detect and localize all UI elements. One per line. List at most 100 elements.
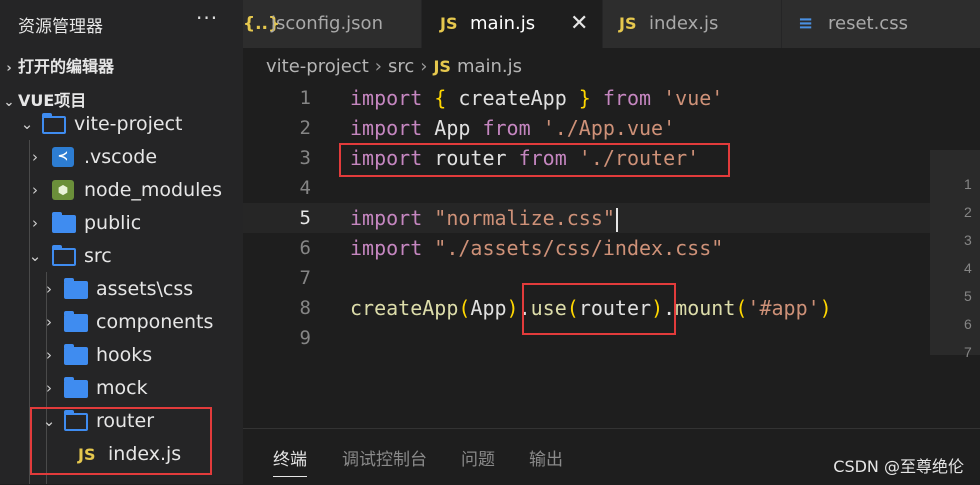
code-text: import { createApp } from 'vue' xyxy=(350,83,723,113)
tab-jsconfig[interactable]: {..} jsconfig.json xyxy=(243,0,422,48)
folder-icon xyxy=(64,344,88,365)
tree-item-assets-css[interactable]: › assets\css xyxy=(0,273,243,306)
chevron-right-icon: › xyxy=(32,181,38,199)
tab-debug-console[interactable]: 调试控制台 xyxy=(342,445,427,470)
tab-label: main.js xyxy=(470,13,536,34)
code-token: from xyxy=(602,86,652,110)
close-icon[interactable]: ✕ xyxy=(570,0,588,48)
node-folder-icon: ⬢ xyxy=(52,180,74,200)
minimap-number: 2 xyxy=(964,204,972,220)
folder-icon xyxy=(52,212,76,233)
line-number: 5 xyxy=(299,207,311,229)
breadcrumb-item[interactable]: src xyxy=(388,56,414,77)
code-token: createApp xyxy=(350,296,459,320)
code-token: ( xyxy=(458,296,471,320)
tab-main-js[interactable]: JS main.js ✕ xyxy=(422,0,603,48)
tab-index-js[interactable]: JS index.js xyxy=(603,0,782,48)
tab-reset-css[interactable]: ≡ reset.css xyxy=(782,0,980,48)
tree-item-public[interactable]: › public xyxy=(0,207,243,240)
tab-problems[interactable]: 问题 xyxy=(461,445,495,470)
breadcrumb-item[interactable]: vite-project xyxy=(266,56,369,77)
chevron-right-icon: › xyxy=(46,313,52,331)
highlight-box-use-router xyxy=(522,283,676,335)
tab-label: jsconfig.json xyxy=(271,13,383,34)
chevron-right-icon: › xyxy=(32,214,38,232)
code-token: import xyxy=(350,236,423,260)
code-token: import xyxy=(350,116,423,140)
tree-item-label: node_modules xyxy=(84,179,223,201)
highlight-box-import-router xyxy=(339,143,730,177)
line-number: 3 xyxy=(299,147,311,169)
code-editor[interactable]: 1 import { createApp } from 'vue' 2 import … xyxy=(243,82,980,427)
highlight-box-router xyxy=(30,407,212,475)
line-number: 4 xyxy=(299,177,311,199)
chevron-right-icon: › xyxy=(6,61,12,76)
line-number: 9 xyxy=(299,327,311,349)
folder-icon xyxy=(64,311,88,332)
code-token: import xyxy=(350,86,423,110)
code-token: } xyxy=(578,86,591,110)
minimap-number: 3 xyxy=(964,232,972,248)
chevron-right-icon: › xyxy=(374,56,382,77)
minimap-number: 7 xyxy=(964,344,972,360)
tab-label: index.js xyxy=(649,13,719,34)
tree-item-vscode[interactable]: › ≺ .vscode xyxy=(0,141,243,174)
code-token: createApp xyxy=(446,86,579,110)
tree-item-hooks[interactable]: › hooks xyxy=(0,339,243,372)
line-number: 7 xyxy=(299,267,311,289)
more-actions-icon[interactable]: ··· xyxy=(196,6,218,30)
code-token: 'vue' xyxy=(663,86,724,110)
vscode-folder-icon: ≺ xyxy=(52,147,74,167)
open-editors-label: 打开的编辑器 xyxy=(18,57,115,76)
chevron-right-icon: › xyxy=(420,56,428,77)
code-line[interactable]: 1 import { createApp } from 'vue' xyxy=(243,83,980,113)
watermark: CSDN @至尊绝伦 xyxy=(833,457,964,476)
chevron-right-icon: › xyxy=(46,346,52,364)
chevron-right-icon: › xyxy=(32,148,38,166)
code-line[interactable]: 5 import "normalize.css" xyxy=(243,203,980,233)
code-text: import "normalize.css" xyxy=(350,203,618,233)
tree-item-node-modules[interactable]: › ⬢ node_modules xyxy=(0,174,243,207)
chevron-right-icon: › xyxy=(46,379,52,397)
minimap-number: 4 xyxy=(964,260,972,276)
code-token: "normalize.css" xyxy=(434,206,615,230)
line-number: 2 xyxy=(299,117,311,139)
explorer-sidebar: 资源管理器 ··· › 打开的编辑器 ⌄ VUE项目 ⌄ vite-project … xyxy=(0,0,243,484)
breadcrumb-item[interactable]: main.js xyxy=(457,56,522,77)
minimap-number: 6 xyxy=(964,316,972,332)
line-number: 8 xyxy=(299,297,311,319)
tree-item-label: .vscode xyxy=(84,146,158,168)
code-text: import "./assets/css/index.css" xyxy=(350,233,723,263)
chevron-down-icon: ⌄ xyxy=(20,115,34,133)
tree-item-components[interactable]: › components xyxy=(0,306,243,339)
code-text: import App from './App.vue' xyxy=(350,113,675,143)
tree-item-vite-project[interactable]: ⌄ vite-project xyxy=(0,108,243,141)
folder-open-icon xyxy=(42,113,66,134)
tree-item-src[interactable]: ⌄ src xyxy=(0,240,243,273)
code-line[interactable]: 4 xyxy=(243,173,980,203)
minimap-number: 1 xyxy=(964,176,972,192)
minimap[interactable]: 1 2 3 4 5 6 7 xyxy=(930,150,980,360)
explorer-title: 资源管理器 xyxy=(18,17,103,37)
code-token: ) xyxy=(819,296,832,320)
tree-item-label: src xyxy=(84,245,112,267)
code-token: { xyxy=(434,86,447,110)
open-editors-section[interactable]: › 打开的编辑器 xyxy=(0,52,243,82)
tab-terminal[interactable]: 终端 xyxy=(273,445,307,477)
tab-bar: {..} jsconfig.json JS main.js ✕ JS index… xyxy=(243,0,980,48)
css-file-icon: ≡ xyxy=(798,13,814,34)
code-token: './App.vue' xyxy=(542,116,676,140)
tree-item-mock[interactable]: › mock xyxy=(0,372,243,405)
code-line[interactable]: 6 import "./assets/css/index.css" xyxy=(243,233,980,263)
chevron-right-icon: › xyxy=(46,280,52,298)
folder-icon xyxy=(64,377,88,398)
tab-output[interactable]: 输出 xyxy=(529,445,563,470)
code-token: App xyxy=(422,116,483,140)
chevron-down-icon: ⌄ xyxy=(28,247,42,265)
code-token: ) xyxy=(506,296,519,320)
code-token: from xyxy=(482,116,531,140)
code-line[interactable]: 2 import App from './App.vue' xyxy=(243,113,980,143)
